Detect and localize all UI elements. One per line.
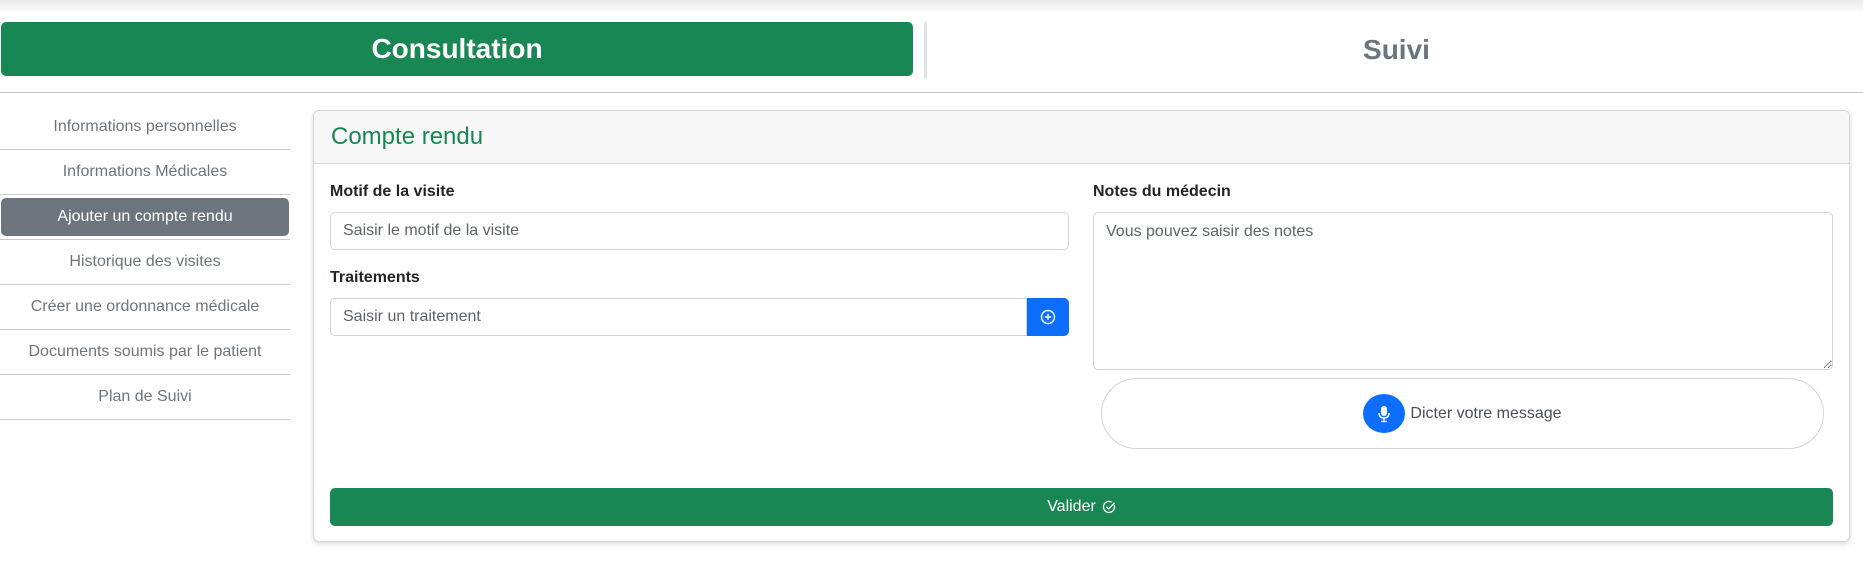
add-traitement-button[interactable]: [1027, 298, 1069, 336]
compte-rendu-card: Compte rendu Motif de la visite Traiteme…: [313, 110, 1850, 542]
tab-suivi[interactable]: Suivi: [930, 22, 1863, 78]
sidebar-item-plan-suivi[interactable]: Plan de Suivi: [0, 375, 290, 420]
sidebar-item-label: Informations Médicales: [62, 163, 228, 180]
check-circle-icon: [1102, 500, 1115, 514]
sidebar-item-label: Historique des visites: [69, 253, 221, 270]
sidebar-item-label: Créer une ordonnance médicale: [30, 298, 260, 315]
main-tabs: Consultation Suivi: [0, 22, 1863, 78]
sidebar: Informations personnelles Informations M…: [0, 105, 290, 420]
sidebar-item-label: Informations personnelles: [53, 118, 237, 135]
microphone-icon: [1363, 394, 1406, 433]
traitement-input[interactable]: [330, 298, 1027, 336]
motif-input[interactable]: [330, 212, 1069, 250]
top-shadow: [0, 0, 1863, 14]
tab-consultation[interactable]: Consultation: [1, 22, 913, 76]
sidebar-item-informations-personnelles[interactable]: Informations personnelles: [0, 105, 290, 150]
sidebar-item-ajouter-compte-rendu[interactable]: Ajouter un compte rendu: [0, 195, 290, 240]
notes-textarea[interactable]: [1093, 212, 1833, 370]
validate-label: Valider: [1047, 498, 1096, 515]
card-title: Compte rendu: [314, 111, 1849, 164]
sidebar-item-documents-patient[interactable]: Documents soumis par le patient: [0, 330, 290, 375]
tab-divider: [924, 22, 927, 78]
sidebar-item-informations-medicales[interactable]: Informations Médicales: [0, 150, 290, 195]
dictate-button[interactable]: Dicter votre message: [1101, 378, 1824, 449]
dictate-label: Dicter votre message: [1410, 404, 1562, 422]
sidebar-item-label: Plan de Suivi: [98, 388, 192, 405]
sidebar-item-label: Ajouter un compte rendu: [1, 198, 289, 236]
notes-label: Notes du médecin: [1093, 183, 1231, 200]
tabs-separator: [0, 92, 1863, 93]
sidebar-item-creer-ordonnance[interactable]: Créer une ordonnance médicale: [0, 285, 290, 330]
sidebar-item-label: Documents soumis par le patient: [28, 343, 262, 360]
motif-label: Motif de la visite: [330, 183, 455, 200]
traitements-label: Traitements: [330, 269, 420, 286]
plus-circle-icon: [1040, 309, 1056, 325]
validate-button[interactable]: Valider: [330, 488, 1833, 526]
sidebar-item-historique-visites[interactable]: Historique des visites: [0, 240, 290, 285]
